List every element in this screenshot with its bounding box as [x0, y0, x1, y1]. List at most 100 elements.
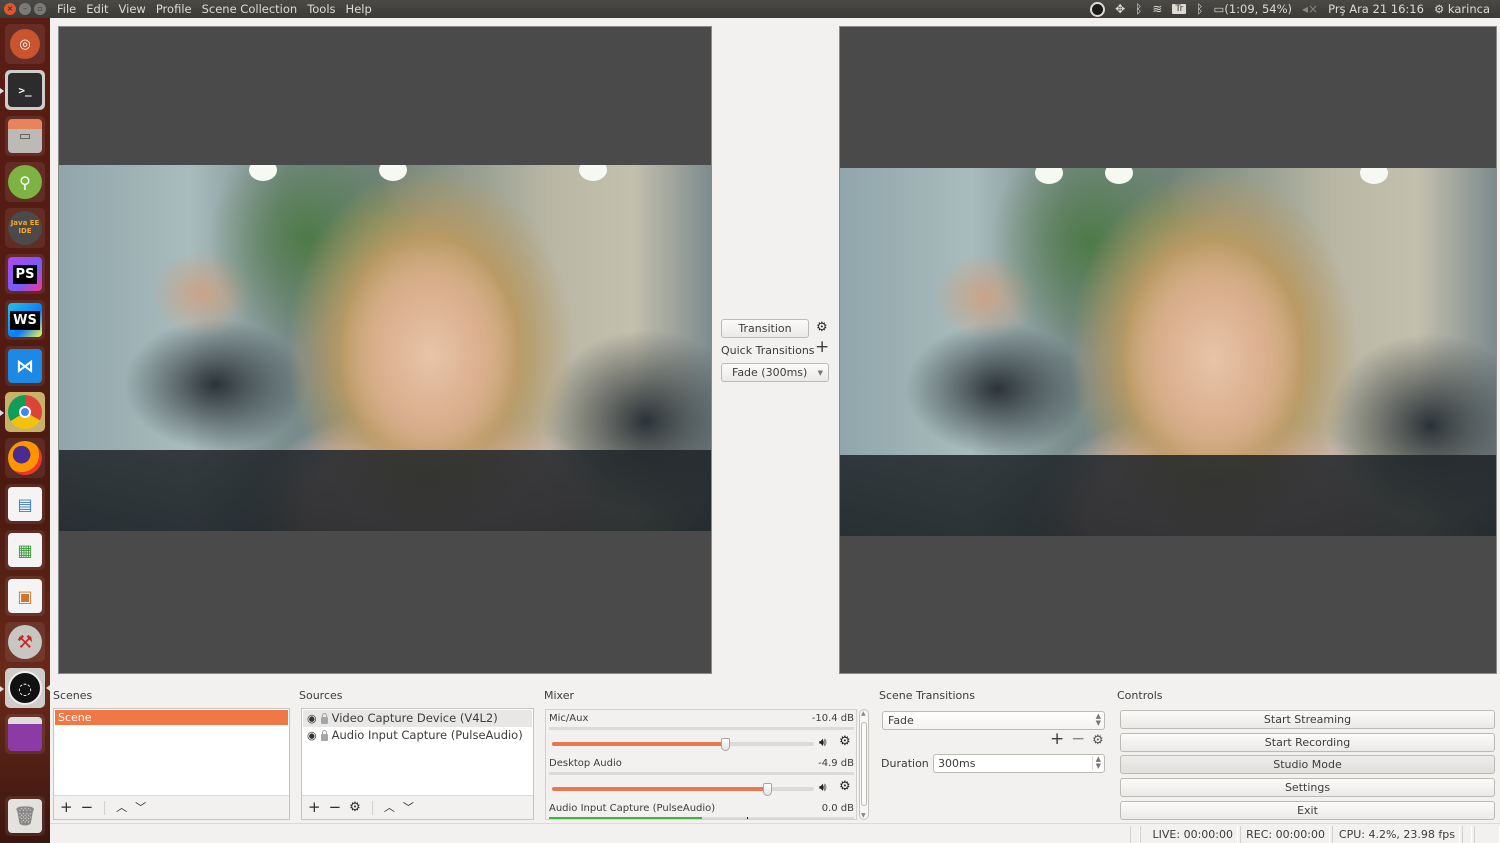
move-scene-up-icon[interactable]: ︿ [116, 802, 127, 813]
mixer-scrollbar[interactable]: ▲ ▼ [859, 709, 869, 820]
remove-scene-icon[interactable]: − [81, 800, 94, 815]
dropbox-icon[interactable]: ✥ [1115, 2, 1125, 16]
launcher-chrome[interactable] [5, 392, 45, 432]
program-canvas[interactable] [839, 26, 1497, 674]
battery-indicator[interactable]: ▭(1:09, 54%) [1213, 2, 1292, 16]
start-streaming-button[interactable]: Start Streaming [1120, 710, 1495, 729]
launcher-vscode[interactable]: ⋈ [5, 346, 45, 386]
select-arrows-icon: ▲ ▼ [1095, 712, 1101, 727]
phpstorm-icon: PS [8, 257, 42, 291]
move-source-up-icon[interactable]: ︿ [384, 802, 395, 813]
channel-settings-gear-icon[interactable]: ⚙ [839, 779, 851, 794]
launcher-java-ee-ide[interactable]: Java EE IDE [5, 208, 45, 248]
source-properties-gear-icon[interactable]: ⚙ [349, 801, 361, 814]
menu-scene-collection[interactable]: Scene Collection [197, 2, 303, 16]
transition-settings-gear-icon[interactable]: ⚙ [816, 321, 828, 334]
speaker-icon[interactable]: 🔊︎ [819, 735, 827, 750]
minimize-window-button[interactable]: – [19, 3, 31, 15]
lock-icon[interactable] [320, 712, 328, 724]
menu-help[interactable]: Help [341, 2, 377, 16]
visibility-eye-icon[interactable]: ◉ [307, 710, 317, 727]
source-item[interactable]: ◉ Video Capture Device (V4L2) [303, 710, 532, 727]
obs-tray-icon[interactable] [1090, 1, 1106, 17]
impress-icon: ▣ [8, 579, 42, 613]
volume-slider[interactable] [552, 738, 814, 751]
launcher-trash[interactable]: 🗑 [5, 796, 45, 836]
keyboard-layout-indicator[interactable]: Tr [1172, 4, 1187, 14]
obs-icon: ◌ [8, 671, 42, 705]
settings-button[interactable]: Settings [1120, 778, 1495, 797]
channel-name: Mic/Aux [549, 713, 589, 724]
slider-handle[interactable] [762, 783, 772, 796]
launcher-system-settings[interactable]: ⚒ [5, 622, 45, 662]
launcher-libreoffice-calc[interactable]: ▦ [5, 530, 45, 570]
scenes-list[interactable]: Scene + − ︿ ﹀ [53, 708, 290, 820]
add-transition-icon[interactable]: + [1050, 731, 1064, 748]
move-source-down-icon[interactable]: ﹀ [403, 802, 414, 813]
sources-toolbar: + − ⚙ ︿ ﹀ [302, 795, 533, 819]
launcher-workspace-switcher[interactable] [5, 714, 45, 754]
settings-wrench-icon: ⚒ [8, 625, 42, 659]
speaker-icon[interactable]: 🔊︎ [819, 780, 827, 795]
quick-transition-label: Fade (300ms) [732, 366, 808, 379]
launcher-file-manager[interactable] [5, 116, 45, 156]
studio-transition-panel: Transition ⚙ Quick Transitions + Fade (3… [712, 26, 838, 674]
wifi-icon[interactable]: ≋ [1152, 2, 1162, 16]
studio-mode-button[interactable]: Studio Mode [1120, 755, 1495, 774]
slider-handle[interactable] [720, 738, 730, 751]
volume-slider[interactable] [552, 783, 814, 796]
menu-bar: File Edit View Profile Scene Collection … [52, 2, 377, 16]
add-quick-transition-icon[interactable]: + [815, 339, 829, 356]
add-scene-icon[interactable]: + [60, 800, 73, 815]
datetime-indicator[interactable]: Prş Ara 21 16:16 [1328, 2, 1424, 16]
firefox-icon [8, 441, 42, 475]
quick-transition-fade-button[interactable]: Fade (300ms) ▼ [721, 363, 829, 382]
channel-db: 0.0 dB [821, 803, 854, 814]
dropdown-arrow-icon: ▼ [817, 368, 823, 377]
remove-source-icon[interactable]: − [329, 800, 342, 815]
spinbox-arrows-icon[interactable]: ▲ ▼ [1091, 756, 1101, 770]
menu-view[interactable]: View [114, 2, 151, 16]
menu-profile[interactable]: Profile [151, 2, 197, 16]
source-label: Video Capture Device (V4L2) [331, 711, 498, 725]
menu-tools[interactable]: Tools [302, 2, 340, 16]
duration-spinbox[interactable]: 300ms ▲ ▼ [933, 754, 1105, 773]
start-recording-button[interactable]: Start Recording [1120, 733, 1495, 752]
duration-label: Duration [881, 757, 929, 770]
launcher-phpstorm[interactable]: PS [5, 254, 45, 294]
transition-properties-gear-icon[interactable]: ⚙ [1092, 734, 1104, 747]
add-source-icon[interactable]: + [308, 800, 321, 815]
volume-meter [549, 817, 854, 819]
scrollbar-thumb[interactable] [861, 722, 867, 806]
volume-muted-icon[interactable]: ◂× [1302, 2, 1318, 16]
transition-button[interactable]: Transition [721, 319, 809, 338]
preview-canvas[interactable] [58, 26, 712, 674]
lock-icon[interactable] [320, 729, 328, 741]
launcher-ubuntu-dash[interactable]: ◎ [5, 24, 45, 64]
bluetooth-icon[interactable]: ᛒ [1196, 2, 1203, 16]
exit-button[interactable]: Exit [1120, 801, 1495, 820]
launcher-libreoffice-impress[interactable]: ▣ [5, 576, 45, 616]
source-item[interactable]: ◉ Audio Input Capture (PulseAudio) [303, 727, 532, 744]
transition-select[interactable]: Fade ▲ ▼ [882, 711, 1105, 730]
menu-file[interactable]: File [52, 2, 81, 16]
android-studio-icon: ⚲ [8, 165, 42, 199]
move-scene-down-icon[interactable]: ﹀ [135, 802, 146, 813]
remove-transition-icon[interactable]: − [1071, 731, 1085, 748]
battery-text: (1:09, 54%) [1224, 2, 1293, 16]
launcher-terminal[interactable]: >_ [5, 70, 45, 110]
menu-edit[interactable]: Edit [81, 2, 113, 16]
channel-settings-gear-icon[interactable]: ⚙ [839, 734, 851, 749]
launcher-firefox[interactable] [5, 438, 45, 478]
launcher-obs-studio[interactable]: ◌ [5, 668, 50, 708]
close-window-button[interactable]: × [4, 3, 16, 15]
bluetooth-icon[interactable]: ᛒ [1135, 2, 1142, 16]
scene-item[interactable]: Scene [55, 710, 288, 725]
launcher-webstorm[interactable]: WS [5, 300, 45, 340]
sources-list[interactable]: ◉ Video Capture Device (V4L2) ◉ Audio In… [301, 708, 534, 820]
maximize-window-button[interactable]: ▫ [34, 3, 46, 15]
session-menu[interactable]: ⚙ karinca [1434, 2, 1490, 16]
launcher-libreoffice-writer[interactable]: ▤ [5, 484, 45, 524]
launcher-android-studio[interactable]: ⚲ [5, 162, 45, 202]
visibility-eye-icon[interactable]: ◉ [307, 727, 317, 744]
